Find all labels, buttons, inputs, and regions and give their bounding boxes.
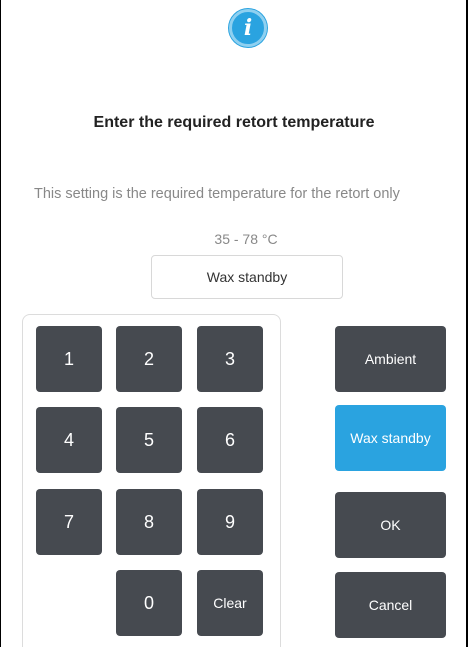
wax-standby-button[interactable]: Wax standby (335, 405, 446, 471)
clear-button[interactable]: Clear (197, 570, 263, 636)
key-6[interactable]: 6 (197, 407, 263, 473)
key-5[interactable]: 5 (116, 407, 182, 473)
key-3[interactable]: 3 (197, 326, 263, 392)
temperature-value-field[interactable]: Wax standby (151, 255, 343, 299)
key-2[interactable]: 2 (116, 326, 182, 392)
key-7[interactable]: 7 (36, 489, 102, 555)
info-icon: i (229, 9, 267, 47)
ambient-button[interactable]: Ambient (335, 326, 446, 392)
ok-button[interactable]: OK (335, 492, 446, 558)
dialog-title: Enter the required retort temperature (93, 114, 375, 131)
dialog-description: This setting is the required temperature… (34, 186, 400, 202)
key-4[interactable]: 4 (36, 407, 102, 473)
window-border-left (0, 0, 1, 647)
key-9[interactable]: 9 (197, 489, 263, 555)
key-8[interactable]: 8 (116, 489, 182, 555)
key-1[interactable]: 1 (36, 326, 102, 392)
cancel-button[interactable]: Cancel (335, 572, 446, 638)
key-0[interactable]: 0 (116, 570, 182, 636)
temperature-range: 35 - 78 °C (214, 231, 278, 247)
